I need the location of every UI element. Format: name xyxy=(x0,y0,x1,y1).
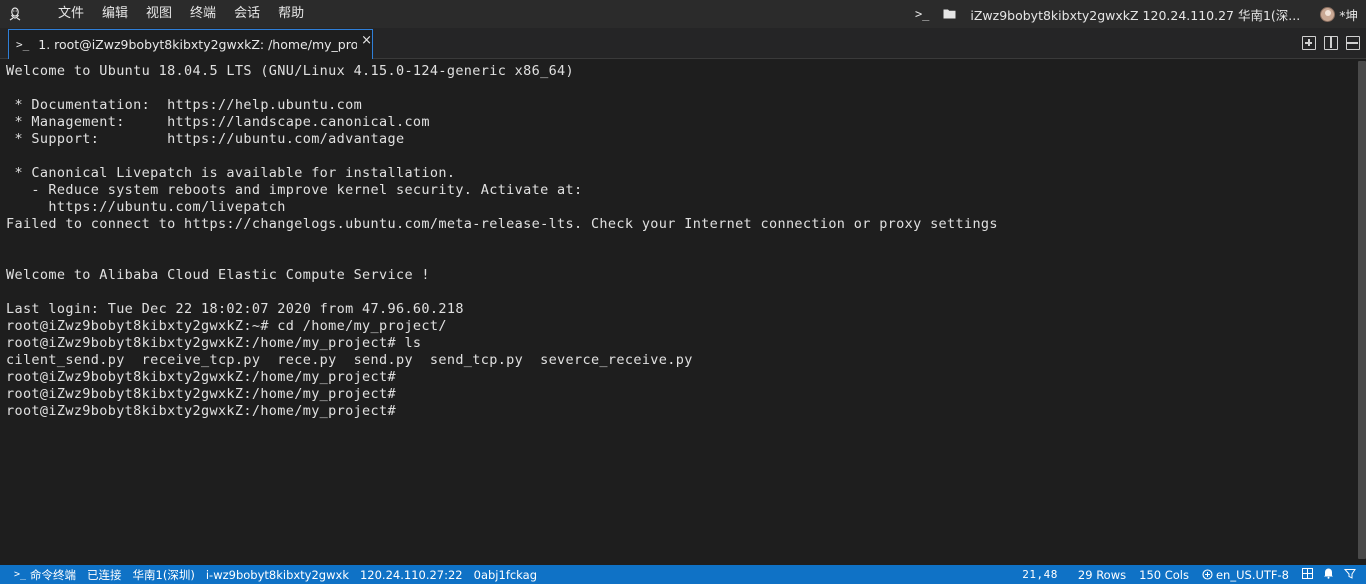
menu-view[interactable]: 视图 xyxy=(137,0,181,28)
host-info: iZwz9bobyt8kibxty2gwxkZ 120.24.110.27 华南… xyxy=(970,7,1301,23)
menubar-right: >_ iZwz9bobyt8kibxty2gwxkZ 120.24.110.27… xyxy=(915,0,1366,28)
split-vertical-icon[interactable] xyxy=(1324,36,1338,50)
terminal-line: root@iZwz9bobyt8kibxty2gwxkZ:/home/my_pr… xyxy=(6,403,396,419)
status-connection: 已连接 xyxy=(87,567,122,582)
menu-session[interactable]: 会话 xyxy=(225,0,269,28)
terminal-line: Welcome to Ubuntu 18.04.5 LTS (GNU/Linux… xyxy=(6,63,575,79)
encoding-selector[interactable]: en_US.UTF-8 xyxy=(1202,568,1289,582)
menu-terminal[interactable]: 终端 xyxy=(181,0,225,28)
status-bar: >_ 命令终端 已连接 华南1(深圳) i-wz9bobyt8kibxty2gw… xyxy=(0,565,1366,584)
terminal-line: root@iZwz9bobyt8kibxty2gwxkZ:~# cd /home… xyxy=(6,318,447,334)
menu-edit[interactable]: 编辑 xyxy=(93,0,137,28)
scrollbar-thumb[interactable] xyxy=(1358,61,1366,559)
grid-icon[interactable] xyxy=(1302,567,1313,582)
split-horizontal-icon[interactable] xyxy=(1346,36,1360,50)
close-icon[interactable]: × xyxy=(361,33,372,48)
tux-penguin-icon[interactable] xyxy=(0,0,30,28)
folder-icon[interactable] xyxy=(943,7,956,22)
terminal-line: root@iZwz9bobyt8kibxty2gwxkZ:/home/my_pr… xyxy=(6,335,422,351)
tab-session-1[interactable]: >_ 1. root@iZwz9bobyt8kibxty2gwxkZ: /hom… xyxy=(8,29,373,59)
bell-icon[interactable] xyxy=(1323,567,1334,582)
terminal-line: - Reduce system reboots and improve kern… xyxy=(6,182,583,198)
main-menu: 文件 编辑 视图 终端 会话 帮助 xyxy=(30,0,313,28)
status-terminal[interactable]: >_ 命令终端 xyxy=(14,567,76,583)
rows-count: 29 Rows xyxy=(1077,567,1127,582)
terminal-line: root@iZwz9bobyt8kibxty2gwxkZ:/home/my_pr… xyxy=(6,369,396,385)
terminal-icon: >_ xyxy=(14,569,27,580)
terminal-line: * Documentation: https://help.ubuntu.com xyxy=(6,97,363,113)
terminal-tab-icon: >_ xyxy=(16,38,30,51)
terminal-line: Last login: Tue Dec 22 18:02:07 2020 fro… xyxy=(6,301,464,317)
terminal-output[interactable]: Welcome to Ubuntu 18.04.5 LTS (GNU/Linux… xyxy=(0,59,1356,565)
cursor-position: 21,48 xyxy=(1022,568,1058,581)
user-name[interactable]: *坤 xyxy=(1339,5,1358,24)
status-terminal-label: 命令终端 xyxy=(30,567,77,582)
terminal-prompt-icon[interactable]: >_ xyxy=(915,7,929,21)
avatar[interactable] xyxy=(1320,6,1336,22)
tab-title[interactable]: 1. root@iZwz9bobyt8kibxty2gwxkZ: /home/m… xyxy=(38,37,357,52)
cols-count: 150 Cols xyxy=(1139,567,1189,582)
status-left: >_ 命令终端 已连接 华南1(深圳) i-wz9bobyt8kibxty2gw… xyxy=(0,565,537,584)
menu-help[interactable]: 帮助 xyxy=(269,0,313,28)
status-ip: 120.24.110.27:22 xyxy=(359,567,463,582)
terminal-line: root@iZwz9bobyt8kibxty2gwxkZ:/home/my_pr… xyxy=(6,386,396,402)
terminal-line: * Canonical Livepatch is available for i… xyxy=(6,165,456,181)
terminal-line: https://ubuntu.com/livepatch xyxy=(6,199,286,215)
tab-bar: >_ 1. root@iZwz9bobyt8kibxty2gwxkZ: /hom… xyxy=(0,28,1366,59)
status-instance-id: i-wz9bobyt8kibxty2gwxk xyxy=(205,567,349,582)
terminal-line: * Management: https://landscape.canonica… xyxy=(6,114,430,130)
status-right: 21,48 29 Rows 150 Cols en_US.UTF-8 xyxy=(1022,565,1366,584)
terminal-scrollbar[interactable] xyxy=(1356,59,1366,565)
terminal-line: Failed to connect to https://changelogs.… xyxy=(6,216,998,232)
encoding-label: en_US.UTF-8 xyxy=(1215,567,1289,582)
feedback-icon[interactable] xyxy=(1343,568,1356,582)
menu-bar: 文件 编辑 视图 终端 会话 帮助 >_ iZwz9bobyt8kibxty2g… xyxy=(0,0,1366,28)
new-tab-icon[interactable] xyxy=(1302,36,1316,50)
status-session: 0abj1fckag xyxy=(473,567,537,582)
terminal-line: * Support: https://ubuntu.com/advantage xyxy=(6,131,405,147)
terminal-line: cilent_send.py receive_tcp.py rece.py se… xyxy=(6,352,693,368)
status-region: 华南1(深圳) xyxy=(132,567,195,582)
menu-file[interactable]: 文件 xyxy=(49,0,93,28)
terminal-line: Welcome to Alibaba Cloud Elastic Compute… xyxy=(6,267,430,283)
layout-buttons xyxy=(1302,36,1360,50)
encoding-icon xyxy=(1202,569,1213,580)
terminal-lines: Welcome to Ubuntu 18.04.5 LTS (GNU/Linux… xyxy=(6,63,998,420)
